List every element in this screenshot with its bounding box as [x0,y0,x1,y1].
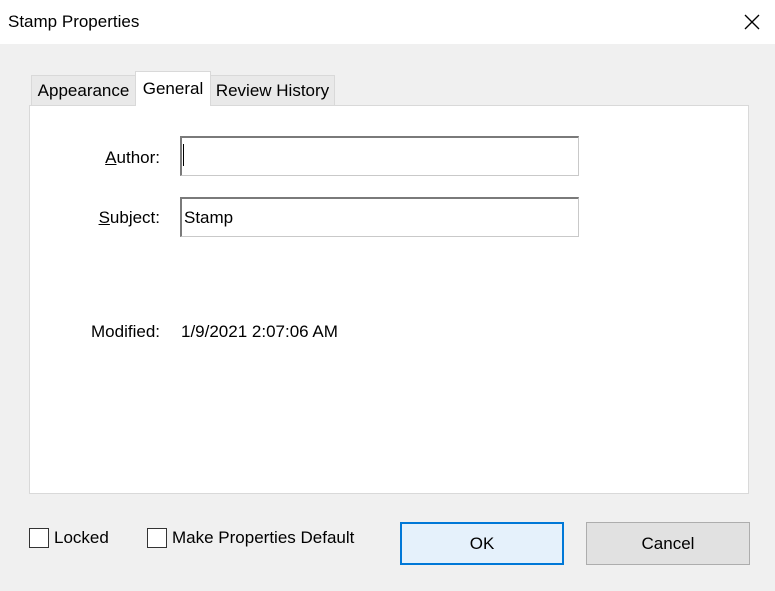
locked-checkbox[interactable] [29,528,49,548]
close-button[interactable] [729,0,775,44]
author-label-mnemonic: A [105,148,117,167]
cancel-button-label: Cancel [641,533,695,553]
author-field[interactable] [180,136,579,176]
subject-field[interactable] [180,197,579,237]
modified-label: Modified: [91,322,160,341]
ok-button[interactable]: OK [400,522,564,565]
cancel-button[interactable]: Cancel [586,522,750,565]
tab-review-history-label: Review History [215,80,330,100]
text-caret [183,144,184,166]
make-default-label[interactable]: Make Properties Default [172,528,354,548]
locked-label[interactable]: Locked [54,528,109,548]
ok-button-label: OK [469,533,495,553]
tab-general-label: General [142,79,204,98]
title-bar: Stamp Properties [0,0,775,44]
close-icon [744,14,760,30]
make-default-checkbox[interactable] [147,528,167,548]
modified-value: 1/9/2021 2:07:06 AM [181,322,338,341]
subject-label-text: ubject: [109,208,160,227]
tab-appearance[interactable]: Appearance [31,75,136,105]
tab-review-history[interactable]: Review History [210,75,335,105]
tab-appearance-label: Appearance [37,80,130,100]
tab-general[interactable]: General [135,71,211,106]
author-label-text: uthor: [116,148,160,167]
subject-label: Subject: [60,208,160,228]
window-title: Stamp Properties [8,12,140,31]
author-label: Author: [60,148,160,168]
subject-label-mnemonic: S [98,208,110,227]
